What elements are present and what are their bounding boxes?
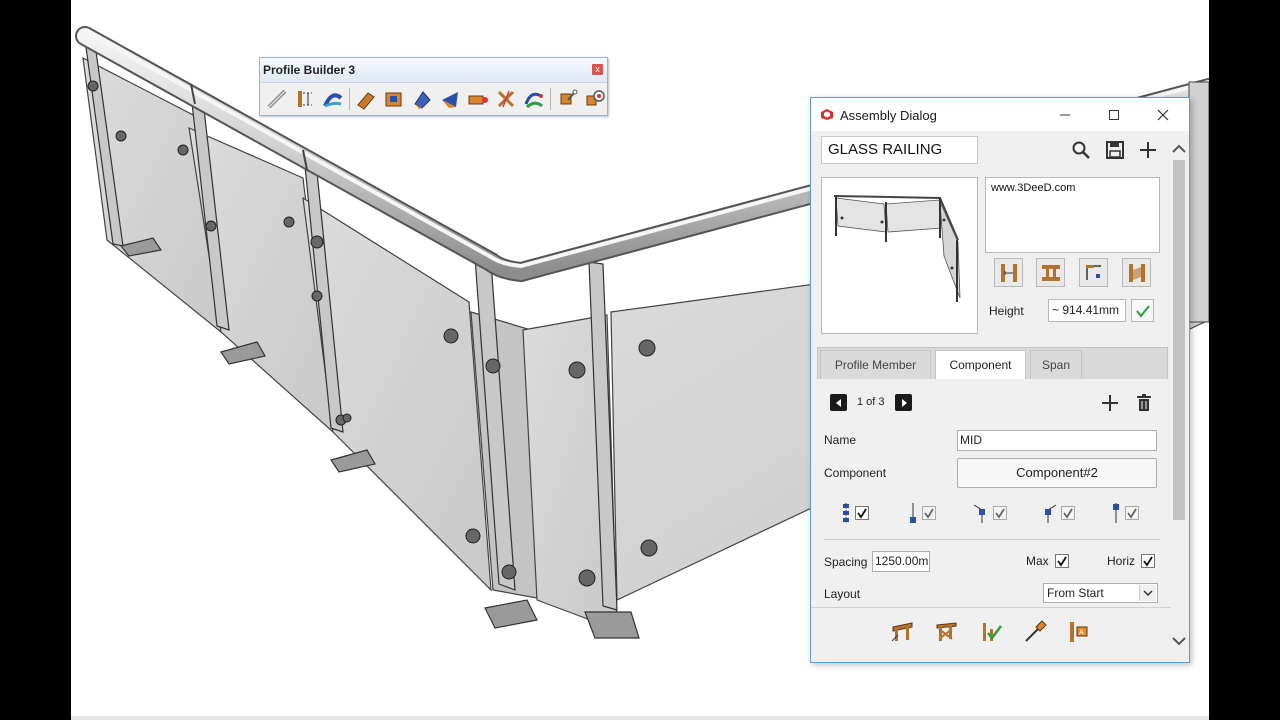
pager-text: 1 of 3 [857, 396, 885, 408]
notes-textarea[interactable]: www.3DeeD.com [985, 177, 1160, 253]
svg-text:A: A [1079, 629, 1084, 637]
toolbar-separator [349, 88, 350, 110]
draw-member-icon[interactable] [263, 86, 291, 112]
max-label: Max [1026, 554, 1049, 568]
spacing-input[interactable]: 1250.00mm [872, 551, 930, 572]
layout-select[interactable]: From Start [1043, 583, 1158, 603]
attribute-tag-icon[interactable]: A [1065, 618, 1093, 646]
placement-checkbox[interactable] [1061, 506, 1075, 520]
cut-icon[interactable] [492, 86, 520, 112]
build-assembly-icon[interactable] [889, 618, 917, 646]
add-icon[interactable] [1137, 139, 1159, 161]
place-start-icon [910, 503, 916, 523]
chevron-down-icon[interactable] [1170, 632, 1188, 650]
eyedropper-icon[interactable] [1021, 618, 1049, 646]
placement-option [841, 502, 869, 524]
rotate-icon[interactable] [408, 86, 436, 112]
member-mode-2-icon[interactable] [1036, 258, 1065, 287]
toolbar-title[interactable]: Profile Builder 3 [260, 58, 607, 83]
spacing-label: Spacing [824, 555, 868, 569]
placement-option [973, 502, 1007, 524]
layout-select-value: From Start [1047, 586, 1104, 600]
tab-span[interactable]: Span [1030, 350, 1082, 380]
previous-icon[interactable] [830, 394, 847, 411]
tab-component[interactable]: Component [935, 350, 1026, 380]
dialog-title: Assembly Dialog [840, 108, 937, 123]
toolbar-close-button[interactable]: x [592, 64, 603, 75]
toolbar-tools [263, 86, 609, 112]
path-member-icon[interactable] [319, 86, 347, 112]
placement-checkbox[interactable] [855, 506, 869, 520]
toolbar-separator [550, 88, 551, 110]
height-input[interactable]: ~ 914.41mm [1048, 299, 1126, 322]
horiz-label: Horiz [1107, 554, 1136, 568]
minimize-icon[interactable] [1040, 98, 1090, 131]
assembly-name-input[interactable]: GLASS RAILING [821, 136, 978, 164]
assembly-dialog: Assembly Dialog GLASS RAILING www.3DeeD.… [810, 97, 1190, 663]
verify-assembly-icon[interactable] [977, 618, 1005, 646]
member-mode-3-icon[interactable] [1079, 258, 1108, 287]
flip-icon[interactable] [436, 86, 464, 112]
chevron-up-icon[interactable] [1170, 140, 1188, 158]
max-checkbox[interactable] [1055, 554, 1069, 568]
placement-option [1041, 502, 1075, 524]
search-icon[interactable] [1070, 139, 1092, 161]
zoom-select-icon[interactable] [553, 86, 581, 112]
member-tabs: Profile Member Component Span [817, 347, 1168, 380]
height-label: Height [989, 304, 1024, 318]
place-end-icon [1113, 503, 1119, 523]
scroll-thumb[interactable] [1173, 160, 1185, 520]
tape-icon[interactable] [464, 86, 492, 112]
placement-checkbox[interactable] [1125, 506, 1139, 520]
panel-divider [824, 539, 1160, 540]
bottom-divider [811, 607, 1171, 608]
name-label: Name [824, 433, 857, 447]
placement-checkbox[interactable] [922, 506, 936, 520]
box-icon[interactable] [380, 86, 408, 112]
profile-builder-toolbar: Profile Builder 3 x [259, 57, 608, 116]
trash-icon[interactable] [1135, 393, 1153, 413]
maximize-icon[interactable] [1089, 98, 1139, 131]
component-label: Component [824, 466, 887, 480]
placement-option [1111, 502, 1139, 524]
viewport-bottom-strip [71, 716, 1209, 720]
save-icon[interactable] [1104, 139, 1126, 161]
next-icon[interactable] [895, 394, 912, 411]
dialog-titlebar[interactable]: Assembly Dialog [811, 98, 1189, 131]
member-ends-icon[interactable] [291, 86, 319, 112]
add-component-icon[interactable] [1100, 393, 1120, 413]
chevron-down-icon[interactable] [1139, 585, 1156, 601]
sketchup-app-icon [821, 109, 833, 120]
apply-height-icon[interactable] [1131, 299, 1154, 322]
close-icon[interactable] [1138, 98, 1188, 131]
component-panel: 1 of 3 Name MID Component Component#2 Sp… [817, 379, 1168, 604]
place-corner-left-icon [973, 504, 985, 523]
assembly-preview-thumbnail [821, 177, 978, 334]
zoom-extents-icon[interactable] [581, 86, 609, 112]
placement-checkbox[interactable] [993, 506, 1007, 520]
place-corner-right-icon [1045, 504, 1057, 523]
component-select-button[interactable]: Component#2 [957, 458, 1157, 488]
member-mode-1-icon[interactable] [994, 258, 1023, 287]
dialog-scrollbar[interactable] [1170, 138, 1188, 658]
tab-profile-member[interactable]: Profile Member [820, 350, 931, 380]
build-along-path-icon[interactable] [933, 618, 961, 646]
component-name-input[interactable]: MID [957, 430, 1157, 451]
place-both-ends-icon [843, 503, 849, 523]
horiz-checkbox[interactable] [1141, 554, 1155, 568]
curve-icon[interactable] [520, 86, 548, 112]
push-pull-icon[interactable] [352, 86, 380, 112]
member-mode-4-icon[interactable] [1122, 258, 1151, 287]
layout-label: Layout [824, 587, 861, 601]
placement-option [908, 502, 936, 524]
